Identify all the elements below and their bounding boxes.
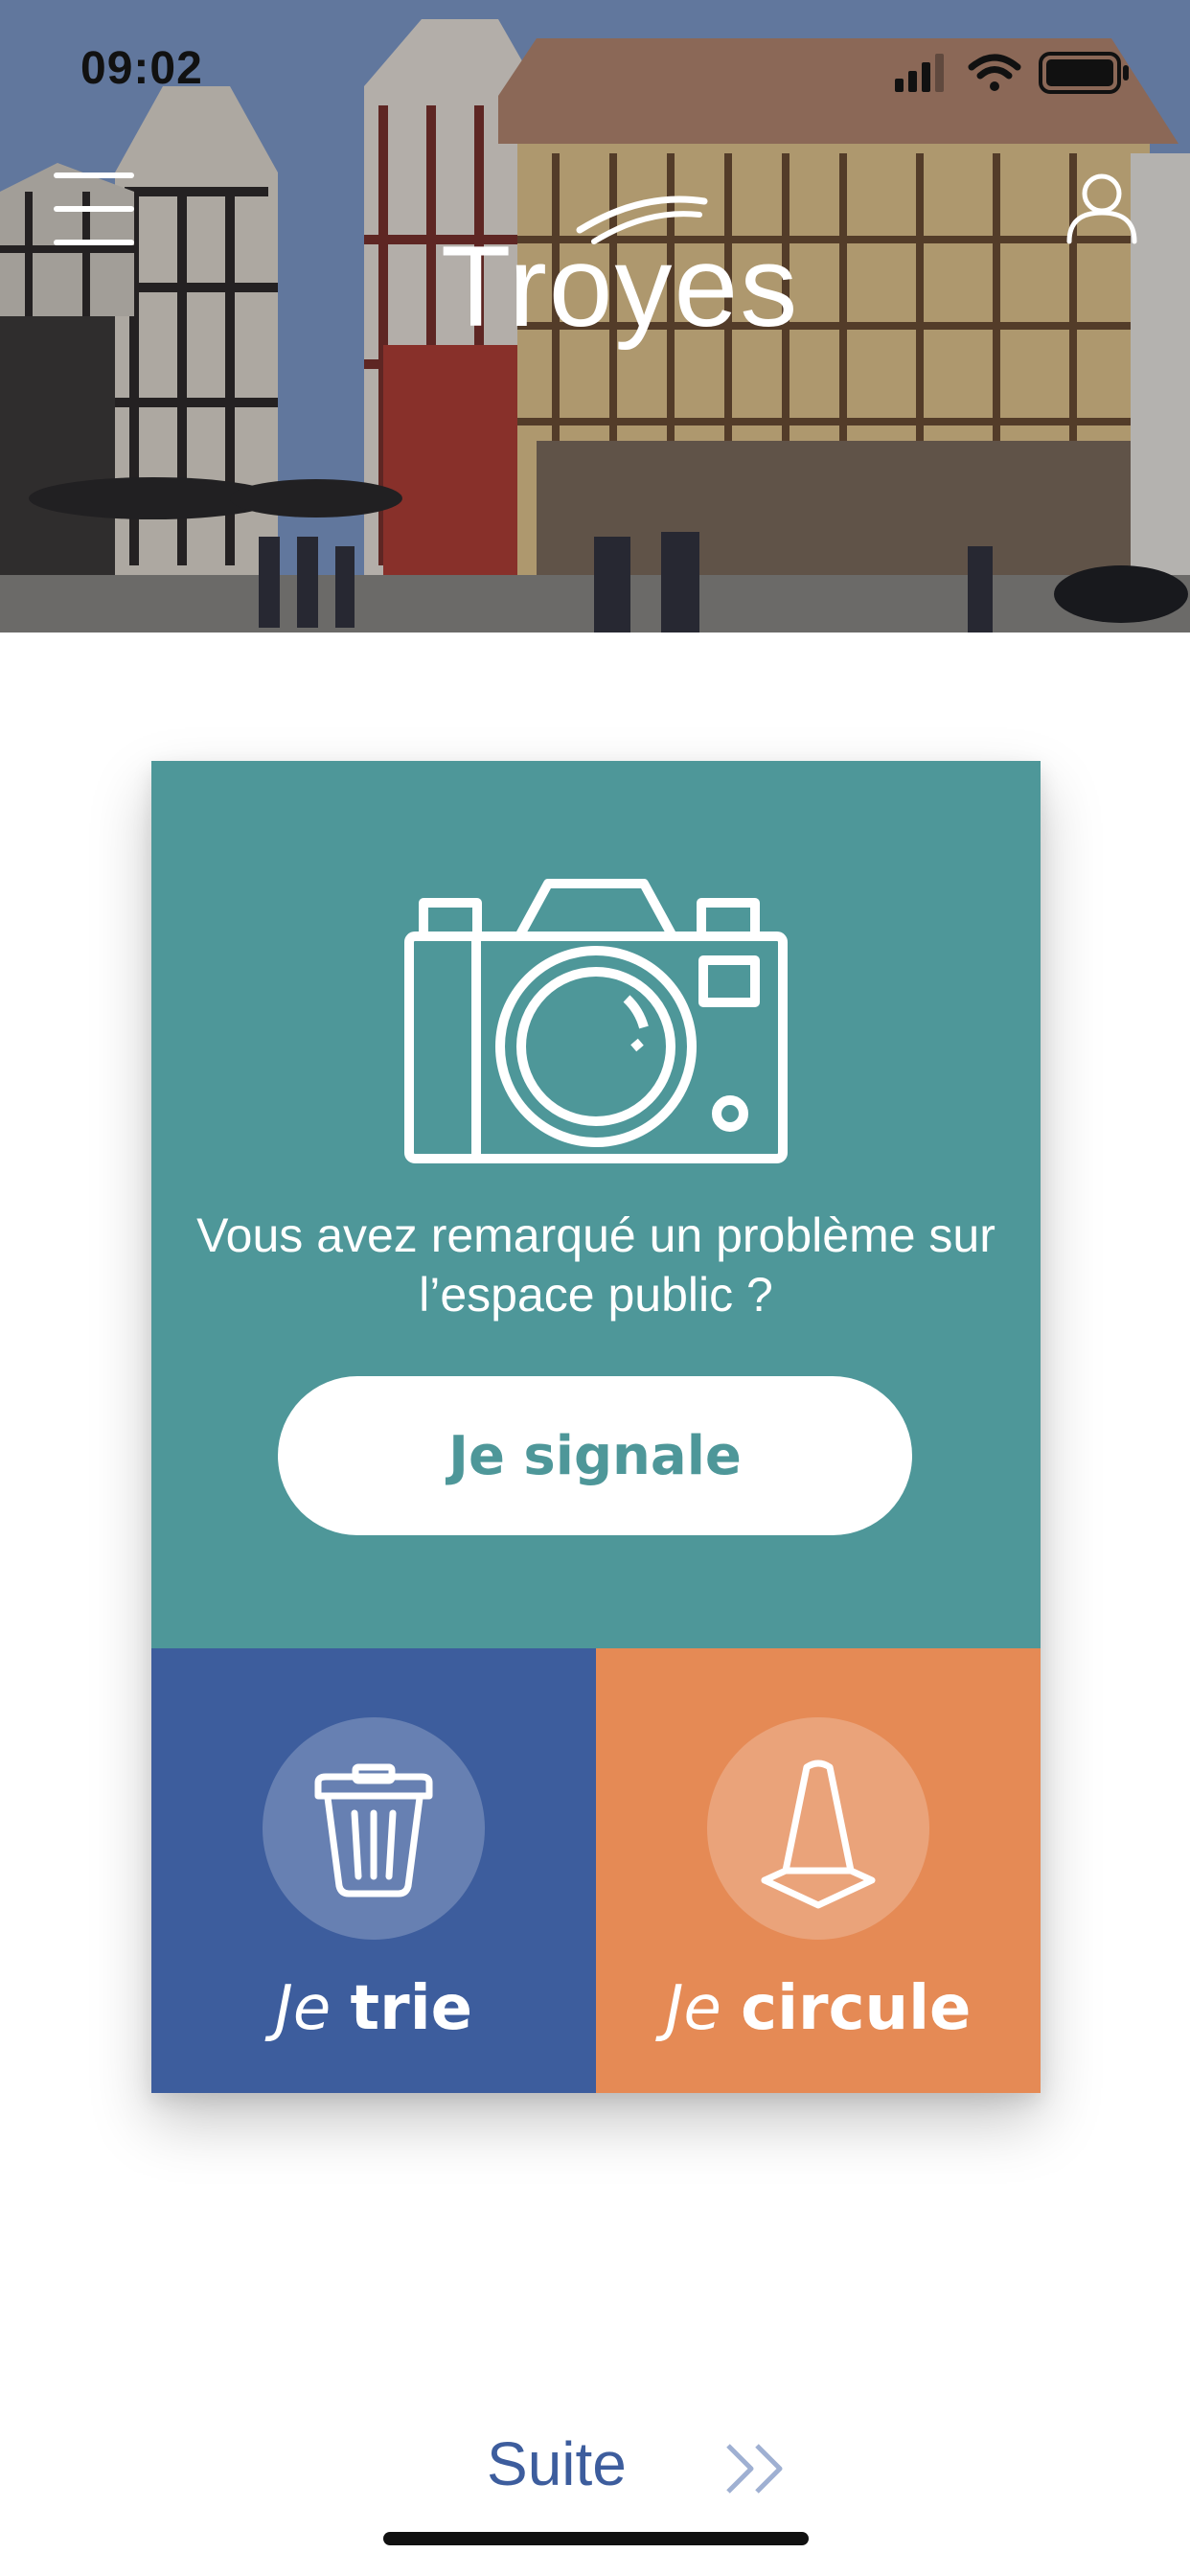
- profile-button[interactable]: [1064, 169, 1140, 245]
- double-chevron-right-icon: [726, 2444, 783, 2494]
- status-time: 09:02: [80, 43, 203, 94]
- troyes-logo: Troyes: [422, 192, 797, 351]
- traffic-label-prefix: Je: [665, 1973, 721, 2044]
- camera-icon: [404, 879, 788, 1163]
- logo-text: Troyes: [441, 222, 800, 351]
- traffic-label-main: circule: [741, 1973, 972, 2044]
- action-card: Vous avez remarqué un problème sur l’esp…: [151, 761, 1041, 2093]
- sort-tile[interactable]: Je trie: [151, 1648, 596, 2093]
- trash-icon: [314, 1763, 433, 1898]
- hamburger-icon-line: [54, 240, 134, 245]
- hamburger-icon: [54, 172, 134, 178]
- sort-label-prefix: Je: [274, 1973, 332, 2044]
- report-question: Vous avez remarqué un problème sur l’esp…: [196, 1208, 995, 1322]
- status-icons: [895, 52, 1129, 94]
- next-link[interactable]: Suite: [479, 2425, 805, 2511]
- battery-icon: [1039, 52, 1129, 94]
- menu-button[interactable]: [54, 172, 134, 245]
- traffic-cone-icon: [761, 1760, 876, 1909]
- signal-icon: [895, 54, 944, 92]
- user-icon: [1066, 173, 1137, 244]
- status-bar: 09:02: [0, 0, 1190, 144]
- wifi-icon: [968, 54, 1021, 91]
- hamburger-icon-line: [54, 206, 134, 212]
- report-panel: Vous avez remarqué un problème sur l’esp…: [151, 761, 1041, 1648]
- report-button[interactable]: Je signale: [278, 1376, 912, 1535]
- traffic-tile[interactable]: Je circule: [596, 1648, 1041, 2093]
- traffic-icon-circle: [707, 1717, 929, 1940]
- sort-label-main: trie: [350, 1973, 473, 2044]
- traffic-label: Je circule: [596, 1974, 1041, 2043]
- sort-label: Je trie: [151, 1974, 596, 2043]
- next-label: Suite: [487, 2429, 627, 2498]
- home-indicator: [383, 2532, 809, 2545]
- sort-icon-circle: [263, 1717, 485, 1940]
